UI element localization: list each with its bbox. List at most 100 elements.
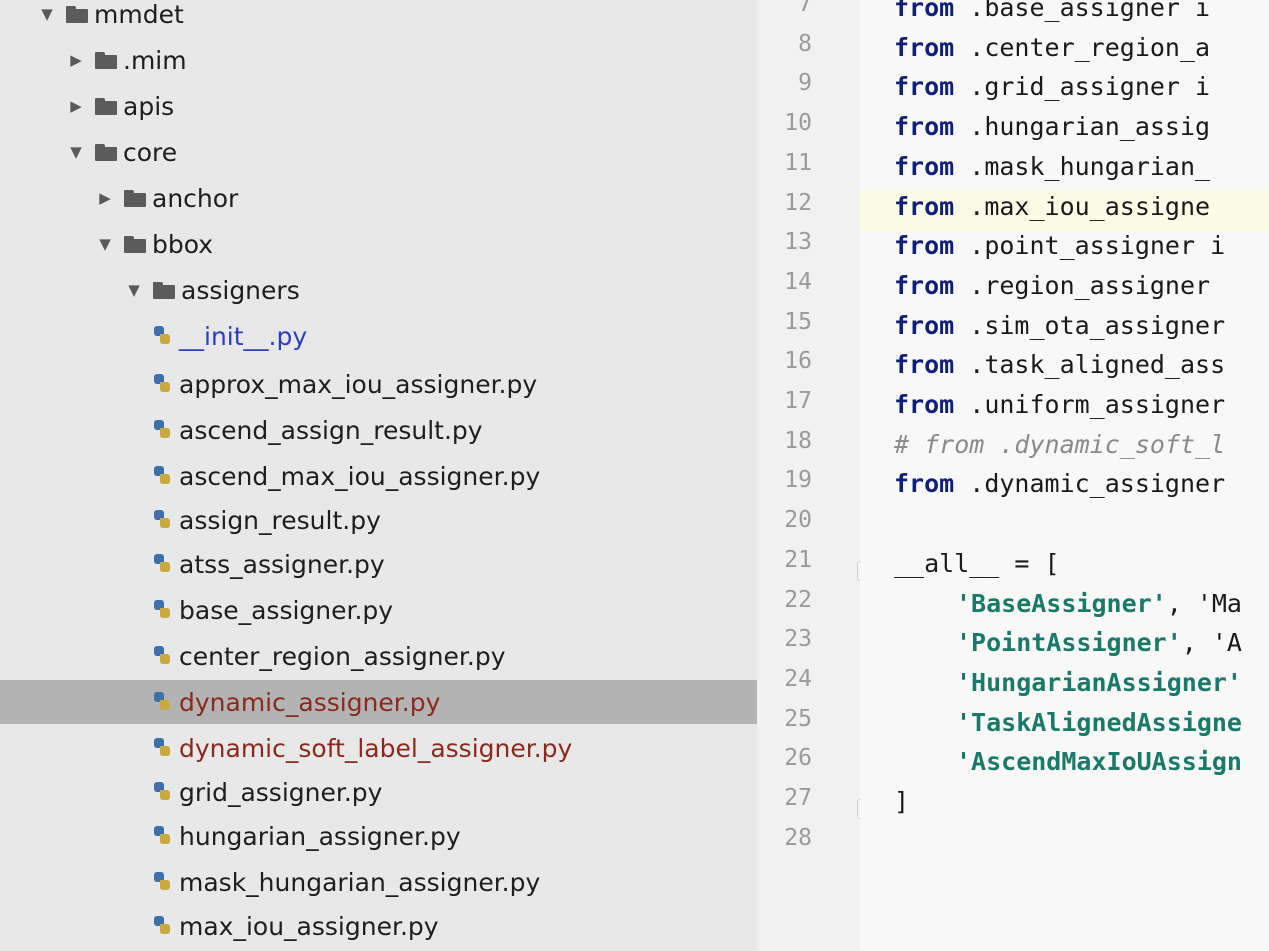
line-number: 15 [784, 308, 812, 335]
tree-folder-apis[interactable]: ▶ apis [0, 84, 822, 128]
code-token: from [894, 350, 955, 380]
python-file-icon [152, 645, 172, 667]
code-token: .uniform_assigner [954, 390, 1226, 419]
python-file-icon [152, 781, 172, 803]
folder-icon [153, 281, 175, 299]
tree-item-label: ascend_assign_result.py [179, 415, 483, 445]
folder-icon [95, 143, 117, 161]
triangle-right-icon[interactable]: ▶ [65, 51, 87, 69]
tree-item-label: .mim [123, 45, 187, 75]
code-token: , 'Ma [1166, 588, 1242, 618]
line-number: 19 [784, 467, 812, 494]
line-number: 27 [784, 785, 812, 811]
code-token: from [894, 0, 955, 22]
code-line[interactable]: 'AscendMaxIoUAssign [956, 747, 1242, 776]
code-token: .grid_assigner i [954, 72, 1211, 102]
line-number: 11 [784, 149, 812, 176]
code-line[interactable]: from .hungarian_assig [894, 112, 1210, 141]
code-line[interactable]: 'TaskAlignedAssigne [956, 708, 1242, 737]
line-number: 28 [784, 824, 812, 851]
code-line[interactable]: from .grid_assigner i [894, 72, 1210, 101]
line-number: 26 [784, 745, 812, 772]
code-token: from [894, 270, 955, 300]
folder-icon [95, 51, 117, 69]
code-token: 'TaskAlignedAssigne [956, 707, 1242, 737]
code-line[interactable]: from .sim_ota_assigner [894, 311, 1225, 340]
tree-folder-core[interactable]: ▼ core [0, 130, 822, 174]
code-token: from [894, 469, 955, 499]
code-line[interactable]: from .uniform_assigner [894, 390, 1225, 419]
line-number: 17 [784, 388, 812, 414]
folder-icon [66, 5, 88, 23]
python-file-icon [152, 825, 172, 847]
code-token: .dynamic_assigner [954, 469, 1226, 499]
tree-item-label: center_region_assigner.py [179, 641, 506, 671]
python-file-icon [152, 871, 172, 893]
tree-item-label: apis [123, 91, 175, 121]
tree-item-label: max_iou_assigner.py [179, 911, 439, 941]
code-line[interactable]: from .center_region_a [894, 33, 1210, 62]
tree-item-label: hungarian_assigner.py [179, 821, 461, 851]
line-number: 10 [784, 110, 812, 137]
code-token: from [894, 151, 955, 181]
tree-folder-mim[interactable]: ▶ .mim [0, 38, 822, 82]
code-line[interactable]: __all__ = [ [894, 549, 1060, 578]
code-line[interactable]: from .region_assigner [894, 271, 1210, 300]
code-line[interactable]: 'PointAssigner', 'A [956, 628, 1242, 657]
code-token: __all__ = [ [894, 548, 1060, 578]
tree-item-label: mask_hungarian_assigner.py [179, 867, 541, 897]
triangle-right-icon[interactable]: ▶ [94, 189, 116, 207]
tree-folder-anchor[interactable]: ▶ anchor [0, 176, 851, 220]
tree-item-label: __init__.py [179, 321, 308, 351]
code-line[interactable]: from .mask_hungarian_ [894, 152, 1210, 181]
python-file-icon [152, 553, 172, 575]
line-number: 23 [784, 626, 812, 653]
tree-item-label: approx_max_iou_assigner.py [179, 369, 538, 399]
line-number: 20 [784, 507, 812, 534]
code-editor[interactable]: from .base_assigner i from .center_region… [860, 0, 1269, 951]
line-number: 22 [784, 586, 812, 613]
triangle-down-icon[interactable]: ▼ [65, 143, 87, 161]
code-line[interactable]: 'HungarianAssigner' [956, 668, 1242, 697]
python-file-icon [152, 691, 172, 713]
code-token: from [894, 32, 955, 62]
code-token: .mask_hungarian_ [954, 151, 1211, 181]
code-line[interactable]: from .point_assigner i [894, 231, 1225, 260]
code-token: .point_assigner i [954, 231, 1226, 261]
code-line[interactable]: 'BaseAssigner', 'Ma [956, 589, 1242, 618]
python-file-icon [152, 737, 172, 759]
tree-folder-bbox[interactable]: ▼ bbox [0, 222, 851, 266]
code-line[interactable]: from .task_aligned_ass [894, 350, 1225, 379]
code-token: 'BaseAssigner' [956, 588, 1167, 618]
code-line[interactable]: from .dynamic_assigner [894, 469, 1225, 498]
tree-folder-assigners[interactable]: ▼ assigners [0, 268, 880, 312]
triangle-down-icon[interactable]: ▼ [36, 5, 58, 23]
line-number: 7 [798, 0, 812, 17]
code-line[interactable]: from .base_assigner i [894, 0, 1210, 22]
code-token: from [894, 112, 955, 142]
code-token: from [894, 191, 955, 221]
folder-icon [124, 235, 146, 253]
line-number: 12 [784, 189, 812, 216]
code-token: .region_assigner [954, 270, 1211, 300]
python-file-icon [152, 373, 172, 395]
tree-folder-mmdet[interactable]: ▼ mmdet [0, 0, 793, 36]
code-line[interactable]: # from .dynamic_soft_l [894, 430, 1225, 459]
tree-item-label: dynamic_soft_label_assigner.py [179, 733, 573, 763]
line-number: 9 [798, 70, 812, 97]
code-token: from [894, 231, 955, 261]
python-file-icon [152, 915, 172, 937]
code-line[interactable]: from .max_iou_assigne [894, 192, 1210, 221]
code-token: from [894, 310, 955, 340]
tree-item-label: core [123, 137, 178, 167]
code-token: .sim_ota_assigner [954, 310, 1226, 340]
code-line[interactable]: ] [894, 787, 909, 816]
code-token: # from .dynamic_soft_l [894, 429, 1226, 459]
triangle-down-icon[interactable]: ▼ [94, 235, 116, 253]
triangle-down-icon[interactable]: ▼ [123, 281, 145, 299]
code-token: 'HungarianAssigner' [956, 667, 1242, 697]
line-number: 25 [784, 705, 812, 732]
triangle-right-icon[interactable]: ▶ [65, 97, 87, 115]
tree-item-label: anchor [152, 183, 239, 213]
line-number: 13 [784, 229, 812, 256]
